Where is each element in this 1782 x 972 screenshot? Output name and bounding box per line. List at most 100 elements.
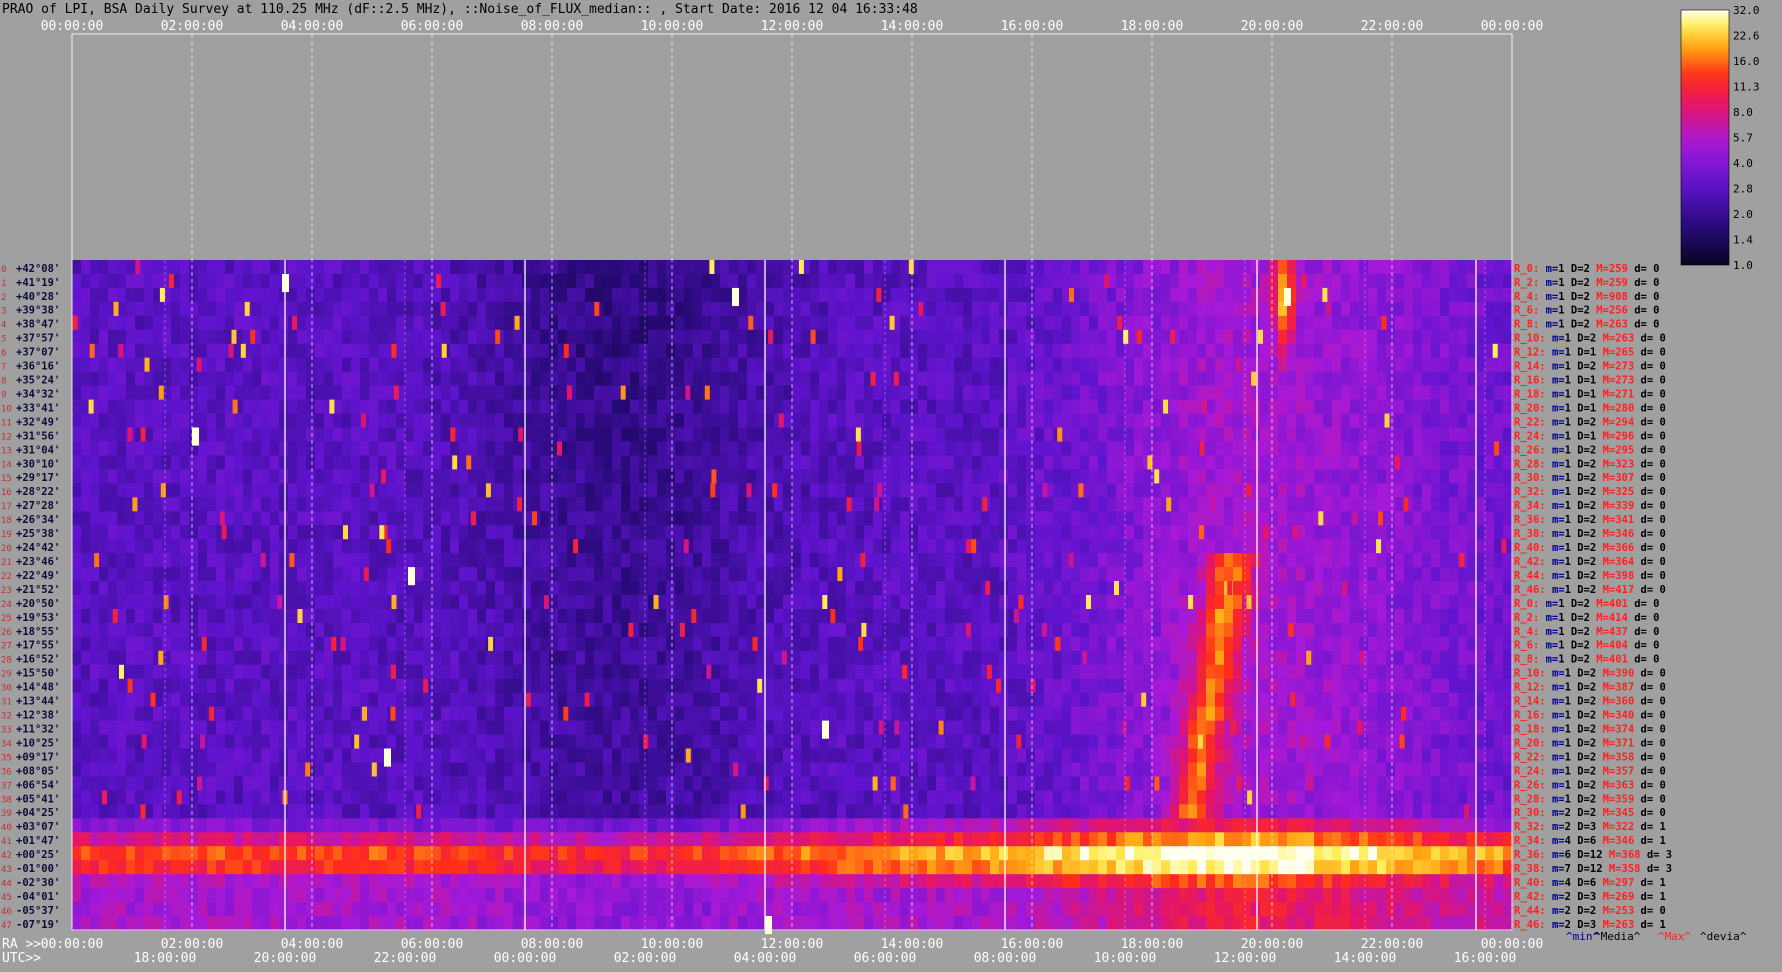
heatmap-cell — [414, 469, 424, 484]
heatmap-cell — [963, 260, 973, 275]
heatmap-cell — [648, 664, 658, 680]
heatmap-cell — [234, 273, 244, 289]
heatmap-cell — [1152, 595, 1162, 610]
heatmap-cell — [1017, 455, 1027, 470]
heatmap-cell — [846, 329, 856, 345]
heatmap-cell — [1053, 483, 1063, 498]
heatmap-cell — [549, 329, 559, 345]
heatmap-cell — [180, 595, 190, 610]
heatmap-cell — [936, 678, 946, 694]
heatmap-cell — [153, 343, 163, 359]
heatmap-cell — [279, 260, 289, 275]
heatmap-cell — [468, 664, 478, 680]
heatmap-cell — [1134, 287, 1144, 303]
heatmap-cell — [1395, 497, 1405, 512]
heatmap-cell — [333, 413, 343, 429]
heatmap-cell — [1188, 399, 1198, 415]
heatmap-cell — [585, 525, 595, 540]
heatmap-cell — [981, 539, 991, 554]
heatmap-cell — [315, 608, 325, 624]
heatmap-cell — [1422, 539, 1432, 554]
heatmap-cell — [540, 483, 550, 498]
heatmap-cell — [1431, 678, 1441, 694]
heatmap-cell — [1467, 622, 1477, 638]
heatmap-cell — [1152, 441, 1162, 457]
heatmap-cell — [513, 469, 523, 484]
heatmap-cell — [1341, 315, 1351, 331]
heatmap-cell — [423, 664, 433, 680]
heatmap-cell — [1008, 622, 1018, 638]
heatmap-cell — [1476, 301, 1486, 317]
heatmap-cell — [891, 678, 901, 694]
heatmap-cell — [693, 315, 703, 331]
heatmap-cell — [1188, 301, 1198, 317]
heatmap-cell — [711, 399, 721, 415]
heatmap-cell — [909, 329, 919, 345]
heatmap-cell — [1080, 678, 1090, 694]
heatmap-cell — [504, 567, 514, 582]
heatmap-cell — [720, 399, 730, 415]
heatmap-cell — [1008, 678, 1018, 694]
heatmap-cell — [792, 441, 802, 457]
heatmap-cell — [225, 385, 235, 401]
heatmap-cell — [423, 553, 433, 568]
heatmap-cell — [162, 399, 172, 415]
heatmap-cell — [837, 329, 847, 345]
heatmap-cell — [1269, 413, 1279, 429]
heatmap-cell — [1017, 483, 1027, 498]
heatmap-cell — [990, 413, 1000, 429]
heatmap-cell — [1332, 273, 1342, 289]
heatmap-cell — [1332, 287, 1342, 303]
heatmap-cell — [927, 273, 937, 289]
heatmap-cell — [216, 608, 226, 624]
heatmap-cell — [90, 511, 100, 526]
heatmap-cell — [1350, 539, 1360, 554]
heatmap-cell — [1413, 329, 1423, 345]
heatmap-cell — [1296, 399, 1306, 415]
heatmap-cell — [756, 371, 766, 387]
heatmap-cell — [477, 622, 487, 638]
heatmap-cell — [1233, 315, 1243, 331]
heatmap-cell — [504, 385, 514, 401]
heatmap-cell — [972, 650, 982, 666]
heatmap-cell — [1404, 511, 1414, 526]
heatmap-cell — [1404, 315, 1414, 331]
heatmap-cell — [72, 511, 82, 526]
heatmap-cell — [1152, 455, 1162, 470]
heatmap-cell — [1017, 357, 1027, 373]
heatmap-cell — [828, 357, 838, 373]
heatmap-cell — [567, 497, 577, 512]
heatmap-cell — [315, 636, 325, 652]
heatmap-cell — [1332, 329, 1342, 345]
heatmap-cell — [1314, 581, 1324, 596]
heatmap-cell — [783, 329, 793, 345]
heatmap-cell — [180, 273, 190, 289]
heatmap-cell — [306, 525, 316, 540]
heatmap-cell — [558, 553, 568, 568]
heatmap-cell — [1395, 301, 1405, 317]
heatmap-cell — [999, 539, 1009, 554]
heatmap-cell — [801, 678, 811, 694]
heatmap-cell — [1188, 469, 1198, 484]
heatmap-cell — [1161, 357, 1171, 373]
heatmap-cell — [1305, 636, 1315, 652]
heatmap-cell — [1395, 329, 1405, 345]
heatmap-cell — [1386, 441, 1396, 457]
heatmap-cell — [666, 427, 676, 443]
heatmap-cell — [1287, 441, 1297, 457]
heatmap-cell — [765, 581, 775, 596]
heatmap-cell — [738, 469, 748, 484]
heatmap-cell — [657, 260, 667, 275]
heatmap-cell — [1242, 664, 1252, 680]
heatmap-cell — [1359, 525, 1369, 540]
heatmap-cell — [1359, 622, 1369, 638]
heatmap-cell — [729, 553, 739, 568]
heatmap-cell — [315, 581, 325, 596]
heatmap-cell — [360, 525, 370, 540]
heatmap-cell — [90, 581, 100, 596]
heatmap-cell — [351, 287, 361, 303]
heatmap-cell — [648, 511, 658, 526]
heatmap-cell — [585, 664, 595, 680]
heatmap-cell — [81, 497, 91, 512]
heatmap-cell — [1485, 608, 1495, 624]
